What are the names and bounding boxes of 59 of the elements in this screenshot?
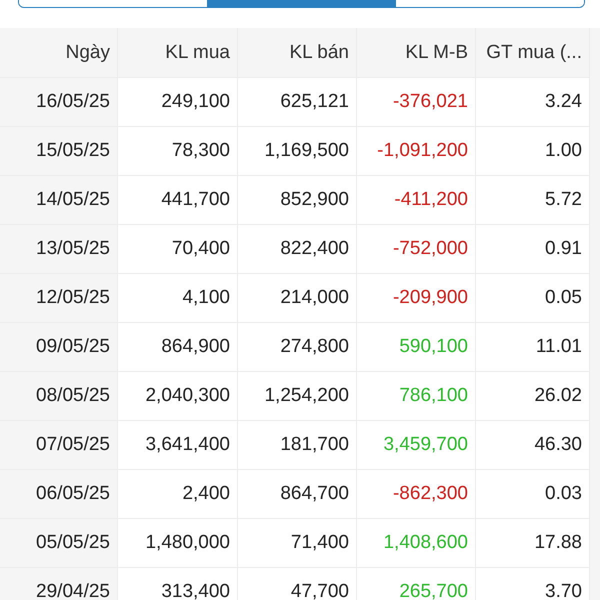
table-cell: 274,800 bbox=[238, 323, 357, 372]
date-cell: 15/05/25 bbox=[0, 127, 118, 176]
table-cell: 0.03 bbox=[476, 470, 590, 519]
table-cell: 181,700 bbox=[238, 421, 357, 470]
net-cell: 1,408,600 bbox=[357, 519, 476, 568]
table-cell: 0.91 bbox=[476, 225, 590, 274]
net-cell: 590,100 bbox=[357, 323, 476, 372]
date-cell: 13/05/25 bbox=[0, 225, 118, 274]
table-cell: 3.24 bbox=[476, 78, 590, 127]
net-cell: -376,021 bbox=[357, 78, 476, 127]
net-cell: 265,700 bbox=[357, 568, 476, 600]
table-cell: 249,100 bbox=[118, 78, 238, 127]
table-cell: 441,700 bbox=[118, 176, 238, 225]
table-cell: 11.01 bbox=[476, 323, 590, 372]
table-cell: 2,040,300 bbox=[118, 372, 238, 421]
net-cell: -411,200 bbox=[357, 176, 476, 225]
table-cell: 1,254,200 bbox=[238, 372, 357, 421]
table-cell: 2,400 bbox=[118, 470, 238, 519]
table-cell: 3,641,400 bbox=[118, 421, 238, 470]
net-cell: -752,000 bbox=[357, 225, 476, 274]
table-cell: 47,700 bbox=[238, 568, 357, 600]
table-cell: 313,400 bbox=[118, 568, 238, 600]
column-header: KL bán bbox=[238, 28, 357, 78]
table-cell: 1,169,500 bbox=[238, 127, 357, 176]
table-cell: 46.30 bbox=[476, 421, 590, 470]
table-cell: 852,900 bbox=[238, 176, 357, 225]
table-cell: 78,300 bbox=[118, 127, 238, 176]
table-cell: 3.70 bbox=[476, 568, 590, 600]
table-cell: 214,000 bbox=[238, 274, 357, 323]
date-cell: 09/05/25 bbox=[0, 323, 118, 372]
table-cell: 822,400 bbox=[238, 225, 357, 274]
column-header: Ngày bbox=[0, 28, 118, 78]
table-cell: 625,121 bbox=[238, 78, 357, 127]
table-cell: 70,400 bbox=[118, 225, 238, 274]
table-cell: 17.88 bbox=[476, 519, 590, 568]
table-cell: 71,400 bbox=[238, 519, 357, 568]
net-cell: 786,100 bbox=[357, 372, 476, 421]
column-header: KL mua bbox=[118, 28, 238, 78]
date-cell: 06/05/25 bbox=[0, 470, 118, 519]
table-cell: 1.00 bbox=[476, 127, 590, 176]
net-cell: -1,091,200 bbox=[357, 127, 476, 176]
column-header: GT mua (... bbox=[476, 28, 590, 78]
net-cell: 3,459,700 bbox=[357, 421, 476, 470]
date-cell: 08/05/25 bbox=[0, 372, 118, 421]
net-cell: -209,900 bbox=[357, 274, 476, 323]
date-cell: 05/05/25 bbox=[0, 519, 118, 568]
table-cell: 4,100 bbox=[118, 274, 238, 323]
table-cell: 864,900 bbox=[118, 323, 238, 372]
table-cell: 0.05 bbox=[476, 274, 590, 323]
table-cell: 1,480,000 bbox=[118, 519, 238, 568]
date-cell: 12/05/25 bbox=[0, 274, 118, 323]
date-cell: 07/05/25 bbox=[0, 421, 118, 470]
column-header: KL M-B bbox=[357, 28, 476, 78]
table-cell: 26.02 bbox=[476, 372, 590, 421]
date-cell: 14/05/25 bbox=[0, 176, 118, 225]
date-cell: 16/05/25 bbox=[0, 78, 118, 127]
net-cell: -862,300 bbox=[357, 470, 476, 519]
table-cell: 864,700 bbox=[238, 470, 357, 519]
table-cell: 5.72 bbox=[476, 176, 590, 225]
